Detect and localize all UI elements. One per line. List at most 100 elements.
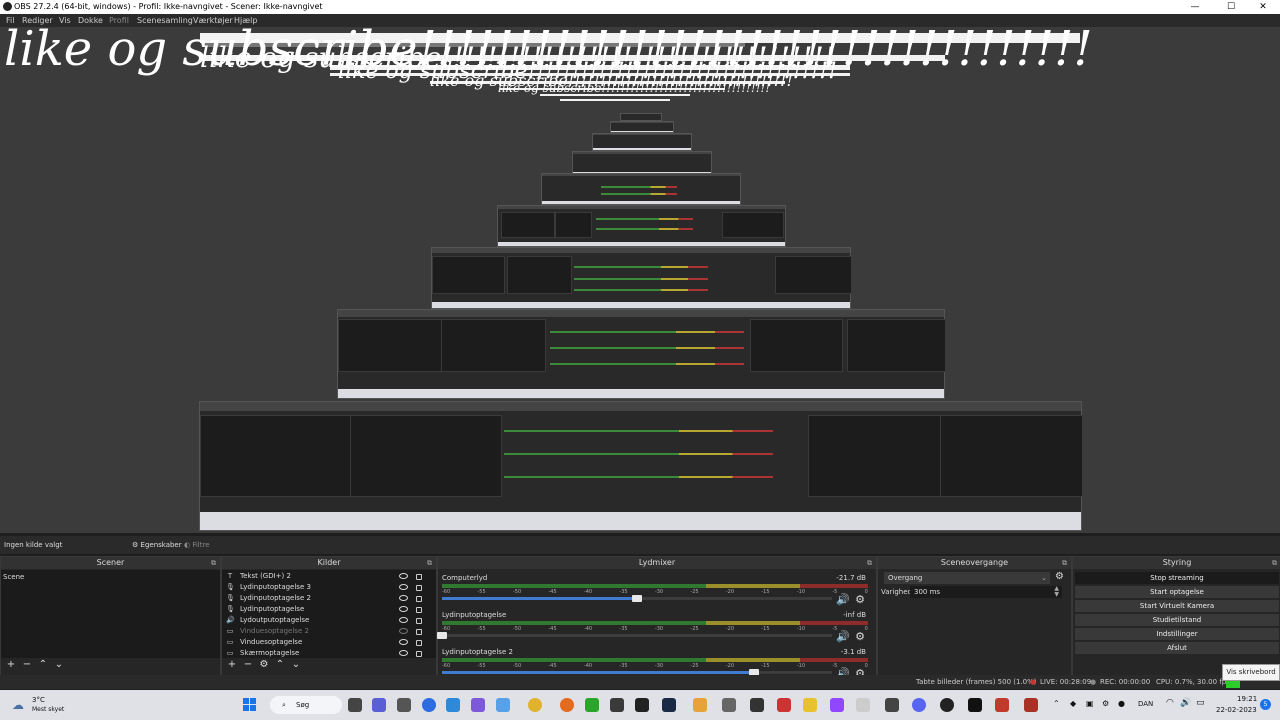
- menu-file[interactable]: Fil: [6, 14, 14, 27]
- volume-icon[interactable]: 🔊: [1180, 698, 1191, 708]
- undock-icon[interactable]: ⧉: [1272, 557, 1277, 569]
- eye-icon[interactable]: [399, 595, 408, 601]
- volume-slider[interactable]: [437, 632, 832, 639]
- move-down-icon[interactable]: ⌄: [51, 659, 67, 670]
- eye-icon[interactable]: [399, 628, 408, 634]
- volume-slider[interactable]: [442, 669, 832, 676]
- eye-icon[interactable]: [399, 650, 408, 656]
- spinner-icon[interactable]: ▲ ▼: [1054, 586, 1059, 598]
- battery-icon[interactable]: ▭: [1196, 698, 1205, 708]
- preview-canvas[interactable]: like og subscribe!!!!!!!!!!!!!!!!!!!!!!!…: [0, 27, 1280, 533]
- unreal-icon[interactable]: [968, 698, 982, 712]
- eye-icon[interactable]: [399, 606, 408, 612]
- lock-icon[interactable]: [416, 585, 422, 591]
- lock-icon[interactable]: [416, 596, 422, 602]
- menu-scene-collection[interactable]: Scenesamling: [137, 14, 193, 27]
- windows-start-icon[interactable]: [243, 698, 257, 712]
- chrome-icon[interactable]: [528, 698, 542, 712]
- app-icon[interactable]: [1024, 698, 1038, 712]
- undock-icon[interactable]: ⧉: [211, 557, 216, 569]
- tray-app-icon[interactable]: ⚙: [1102, 699, 1109, 708]
- properties-button[interactable]: ⚙ Egenskaber: [132, 536, 182, 554]
- app-icon[interactable]: [777, 698, 791, 712]
- maximize-button[interactable]: ☐: [1214, 0, 1248, 14]
- scenes-list[interactable]: Scene: [1, 570, 220, 658]
- source-item[interactable]: 🎙 Lydinputoptagelse: [222, 604, 436, 615]
- eye-icon[interactable]: [399, 617, 408, 623]
- discord-icon[interactable]: [912, 698, 926, 712]
- mute-icon[interactable]: 🔊: [836, 630, 850, 643]
- app-icon[interactable]: [885, 698, 899, 712]
- scene-item[interactable]: Scene: [1, 572, 220, 583]
- app-icon[interactable]: [397, 698, 411, 712]
- task-view-icon[interactable]: [348, 698, 362, 712]
- menu-dock[interactable]: Dokke: [78, 14, 103, 27]
- source-item[interactable]: 🎙 Lydinputoptagelse 2: [222, 593, 436, 604]
- studio-mode-button[interactable]: Studietilstand: [1075, 614, 1279, 626]
- twitch-icon[interactable]: [830, 698, 844, 712]
- app-icon[interactable]: [693, 698, 707, 712]
- app-icon[interactable]: [446, 698, 460, 712]
- weather-desc[interactable]: Mest skyet: [32, 706, 64, 713]
- eye-icon[interactable]: [399, 584, 408, 590]
- volume-slider-handle[interactable]: [437, 632, 447, 639]
- weather-temp[interactable]: 3°C: [32, 696, 45, 704]
- filters-button[interactable]: ◐ Filtre: [184, 536, 210, 554]
- undock-icon[interactable]: ⧉: [427, 557, 432, 569]
- source-item[interactable]: 🔊 Lydoutputoptagelse: [222, 615, 436, 626]
- lock-icon[interactable]: [416, 607, 422, 613]
- start-recording-button[interactable]: Start optagelse: [1075, 586, 1279, 598]
- gear-icon[interactable]: ⚙: [256, 659, 272, 670]
- tray-app-icon[interactable]: ◆: [1070, 699, 1076, 708]
- app-icon[interactable]: [610, 698, 624, 712]
- source-item[interactable]: 🎙 Lydinputoptagelse 3: [222, 582, 436, 593]
- edge-icon[interactable]: [422, 698, 436, 712]
- tray-app-icon[interactable]: ●: [1118, 699, 1125, 708]
- move-up-icon[interactable]: ⌃: [272, 659, 288, 670]
- xbox-icon[interactable]: [585, 698, 599, 712]
- mute-icon[interactable]: 🔊: [836, 593, 850, 606]
- lock-icon[interactable]: [416, 618, 422, 624]
- source-item[interactable]: ▭ Vinduesoptagelse: [222, 637, 436, 648]
- start-virtual-camera-button[interactable]: Start Virtuelt Kamera: [1075, 600, 1279, 612]
- source-item[interactable]: ▭ Skærmoptagelse: [222, 648, 436, 659]
- stop-streaming-button[interactable]: Stop streaming: [1075, 572, 1279, 584]
- lock-icon[interactable]: [416, 629, 422, 635]
- add-icon[interactable]: +: [3, 659, 19, 670]
- undock-icon[interactable]: ⧉: [867, 557, 872, 569]
- volume-slider[interactable]: [442, 595, 832, 602]
- notification-badge[interactable]: 5: [1260, 699, 1271, 710]
- lock-icon[interactable]: [416, 574, 422, 580]
- epic-icon[interactable]: [635, 698, 649, 712]
- clock-date[interactable]: 22-02-2023: [1216, 706, 1257, 714]
- app-icon[interactable]: [750, 698, 764, 712]
- menu-view[interactable]: Vis: [59, 14, 71, 27]
- gear-icon[interactable]: ⚙: [1055, 571, 1064, 582]
- lock-icon[interactable]: [416, 651, 422, 657]
- exit-button[interactable]: Afslut: [1075, 642, 1279, 654]
- gear-icon[interactable]: ⚙: [855, 593, 865, 606]
- app-icon[interactable]: [995, 698, 1009, 712]
- app-icon[interactable]: [496, 698, 510, 712]
- menu-tools[interactable]: Værktøjer: [193, 14, 233, 27]
- clock-time[interactable]: 19:21: [1237, 695, 1257, 703]
- lock-icon[interactable]: [416, 640, 422, 646]
- steam-icon[interactable]: [662, 698, 676, 712]
- menu-edit[interactable]: Rediger: [22, 14, 53, 27]
- wifi-icon[interactable]: ◠: [1166, 698, 1174, 708]
- eye-icon[interactable]: [399, 573, 408, 579]
- obs-icon[interactable]: [940, 698, 954, 712]
- eye-icon[interactable]: [399, 639, 408, 645]
- taskbar-search[interactable]: ⌕ Søg: [270, 696, 342, 714]
- app-icon[interactable]: [471, 698, 485, 712]
- undock-icon[interactable]: ⧉: [1062, 557, 1067, 569]
- menu-profile[interactable]: Profil: [109, 14, 129, 27]
- source-item[interactable]: T Tekst (GDI+) 2: [222, 571, 436, 582]
- transition-select[interactable]: Overgang ⌄: [884, 572, 1050, 584]
- remove-icon[interactable]: −: [240, 659, 256, 670]
- app-icon[interactable]: [560, 698, 574, 712]
- duration-input[interactable]: 300 ms ▲ ▼: [910, 586, 1062, 598]
- move-down-icon[interactable]: ⌄: [288, 659, 304, 670]
- close-button[interactable]: ✕: [1246, 0, 1280, 14]
- app-icon[interactable]: [856, 698, 870, 712]
